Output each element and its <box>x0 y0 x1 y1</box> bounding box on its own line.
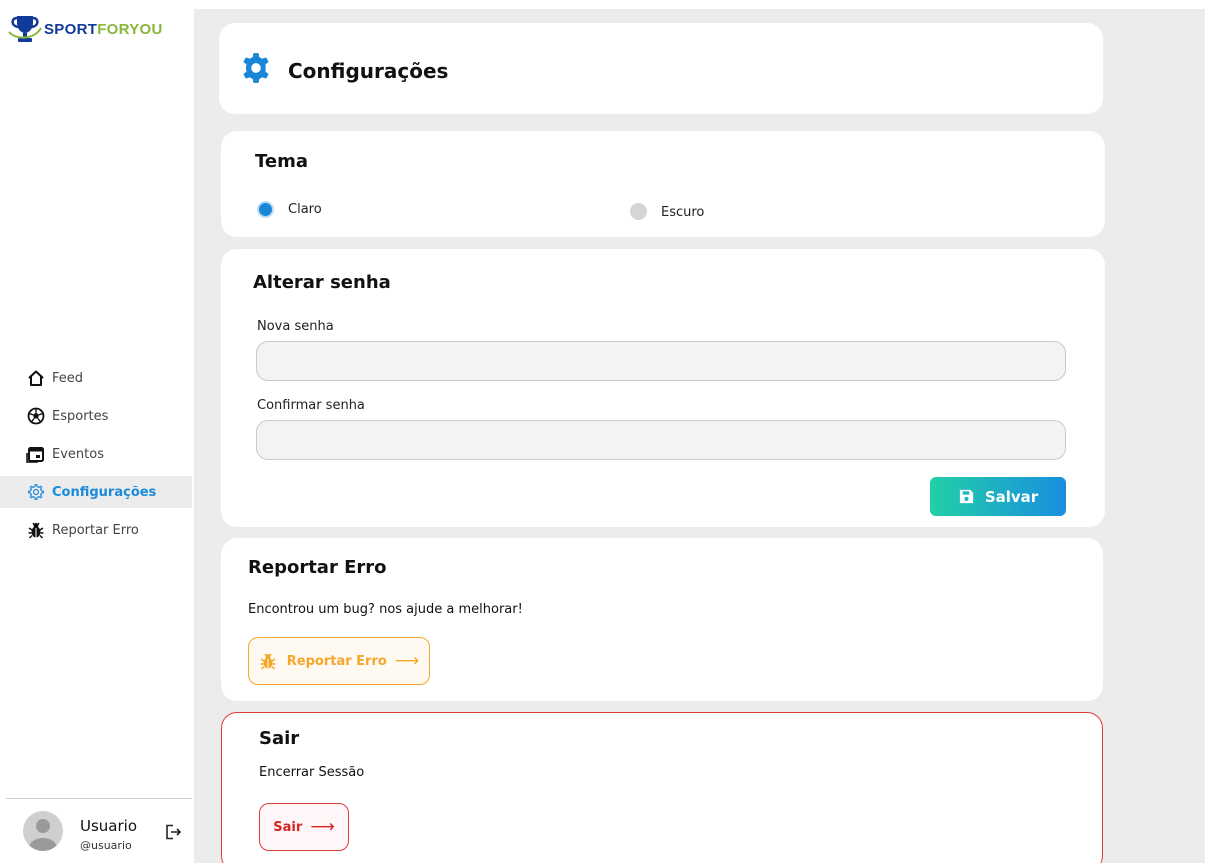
save-button-label: Salvar <box>984 487 1039 506</box>
new-password-label: Nova senha <box>257 319 334 334</box>
main-content: Configurações Tema Claro Escuro Alterar … <box>194 9 1205 863</box>
report-error-button[interactable]: Reportar Erro ⟶ <box>248 637 430 685</box>
sidebar-nav: Feed Esportes Eventos Configurações Repo… <box>0 362 192 552</box>
sidebar-item-label: Reportar Erro <box>52 522 139 538</box>
new-password-input[interactable] <box>256 341 1066 381</box>
save-button[interactable]: Salvar <box>930 477 1066 516</box>
home-icon <box>26 368 46 388</box>
user-profile: Usuario @usuario <box>6 798 192 863</box>
logout-button[interactable]: Sair ⟶ <box>259 803 349 851</box>
change-password-card: Alterar senha Nova senha Confirmar senha… <box>221 249 1105 527</box>
sidebar: SPORTFORYOU Feed Esportes Eventos Config… <box>0 0 194 863</box>
report-error-title: Reportar Erro <box>248 557 387 578</box>
soccer-ball-icon <box>26 406 46 426</box>
theme-title: Tema <box>255 151 308 172</box>
avatar[interactable] <box>23 811 63 851</box>
arrow-right-icon: ⟶ <box>394 651 420 671</box>
theme-radio-escuro[interactable] <box>630 203 647 220</box>
gear-icon <box>243 53 269 83</box>
sidebar-item-label: Eventos <box>52 446 104 462</box>
sidebar-item-label: Esportes <box>52 408 109 424</box>
theme-label-claro: Claro <box>288 202 322 217</box>
logout-description: Encerrar Sessão <box>259 765 365 780</box>
theme-card: Tema Claro Escuro <box>221 131 1105 237</box>
report-error-button-label: Reportar Erro <box>286 653 387 669</box>
page-title: Configurações <box>288 59 449 83</box>
gear-icon <box>26 482 46 502</box>
change-password-title: Alterar senha <box>253 272 391 293</box>
bug-icon <box>260 653 276 670</box>
theme-radio-claro[interactable] <box>257 201 274 218</box>
sidebar-item-reportar-erro[interactable]: Reportar Erro <box>0 514 192 546</box>
calendar-icon <box>26 444 46 464</box>
brand-name: SPORTFORYOU <box>44 20 163 38</box>
report-error-description: Encontrou um bug? nos ajude a melhorar! <box>248 602 523 617</box>
logout-icon[interactable] <box>164 823 182 841</box>
page-header-card: Configurações <box>219 23 1103 114</box>
logout-card: Sair Encerrar Sessão Sair ⟶ <box>221 712 1103 863</box>
confirm-password-input[interactable] <box>256 420 1066 460</box>
confirm-password-label: Confirmar senha <box>257 398 365 413</box>
sidebar-item-esportes[interactable]: Esportes <box>0 400 192 432</box>
trophy-icon <box>8 16 42 42</box>
brand-logo[interactable]: SPORTFORYOU <box>8 14 163 44</box>
logout-button-label: Sair <box>273 819 303 835</box>
arrow-right-icon: ⟶ <box>310 817 335 837</box>
sidebar-item-label: Feed <box>52 370 84 386</box>
theme-label-escuro: Escuro <box>661 205 705 220</box>
report-error-card: Reportar Erro Encontrou um bug? nos ajud… <box>221 538 1103 701</box>
bug-icon <box>26 520 46 540</box>
sidebar-item-feed[interactable]: Feed <box>0 362 192 394</box>
save-icon <box>959 489 973 504</box>
sidebar-item-label: Configurações <box>52 484 157 500</box>
logout-title: Sair <box>259 728 300 749</box>
user-handle: @usuario <box>80 839 132 852</box>
sidebar-item-configuracoes[interactable]: Configurações <box>0 476 192 508</box>
user-name: Usuario <box>80 817 138 835</box>
sidebar-item-eventos[interactable]: Eventos <box>0 438 192 470</box>
